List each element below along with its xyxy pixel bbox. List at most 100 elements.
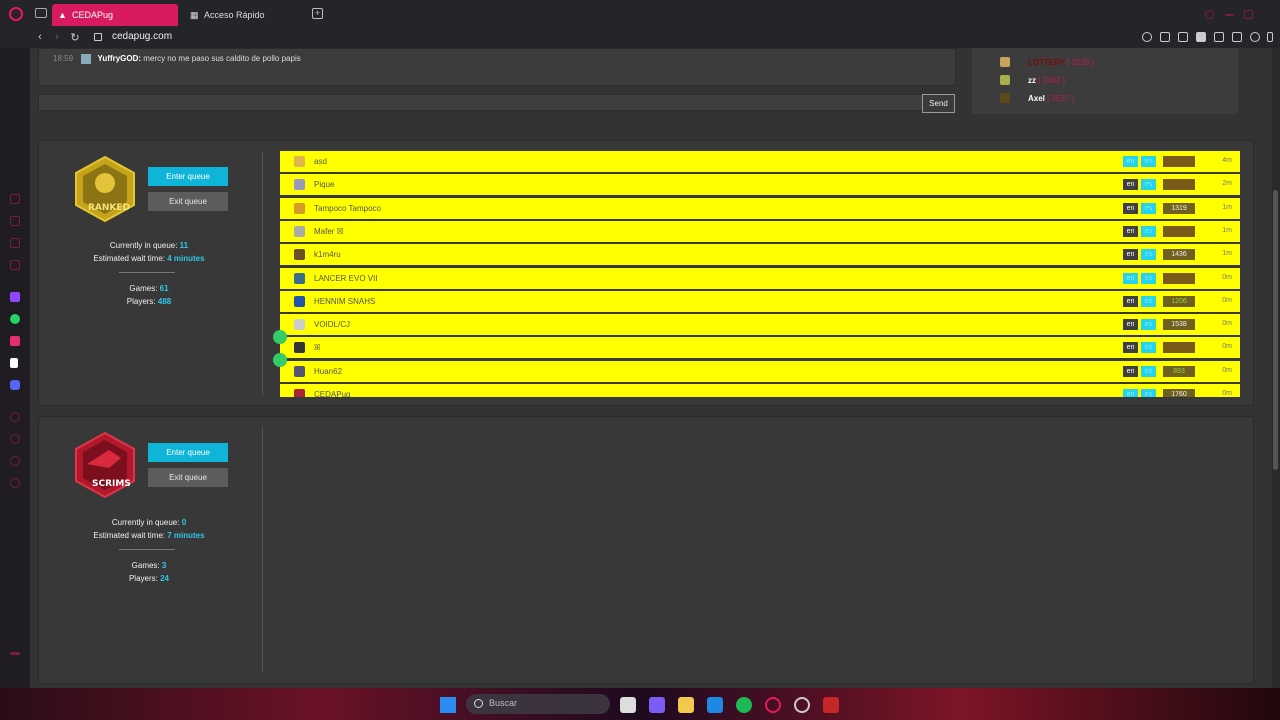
windows-taskbar [0,688,1280,720]
opera-gx-icon[interactable] [765,697,781,713]
queue-row: CEDAPug en es 1760 0m [280,384,1240,397]
heart-icon[interactable] [1250,32,1260,42]
queue-row: Tampoco Tampoco en es 1319 1m [280,197,1240,219]
tab-cedapug[interactable]: ▲ CEDAPug [52,4,178,26]
online-user[interactable]: zz [ 2432 ] [1028,76,1065,85]
tab-menu-icon[interactable] [35,8,47,18]
queue-time: 0m [1222,390,1232,397]
player-name[interactable]: ꕤ [314,343,321,353]
scrims-badge-label: SCRIMS [92,479,131,489]
avatar [294,249,305,261]
ranked-enter-queue-button[interactable]: Enter queue [148,167,228,186]
lang-en-badge: en [1123,202,1138,214]
divider [262,427,263,673]
ranked-exit-queue-button[interactable]: Exit queue [148,192,228,211]
online-user[interactable]: Axel [ 2537 ] [1028,94,1074,103]
scrims-exit-queue-button[interactable]: Exit queue [148,468,228,487]
player-name[interactable]: CEDAPug [314,390,350,397]
shield-icon[interactable] [1196,32,1206,42]
lang-es-badge: es [1141,179,1156,191]
sidebar-icon-8[interactable] [10,478,20,488]
lock-icon [94,33,102,41]
player-name[interactable]: asd [314,157,327,166]
scrollbar-thumb[interactable] [1273,190,1278,470]
minimize-button[interactable] [1225,14,1234,16]
online-indicator-icon [273,353,287,367]
screen: ▲ CEDAPug ▦ Acceso Rápido + ‹ › ↻ cedapu… [0,0,1280,720]
lang-es-badge: es [1141,365,1156,377]
opera-logo-icon[interactable] [9,7,23,21]
discord-icon[interactable] [10,380,20,390]
tiktok-icon[interactable] [10,358,18,368]
forward-icon[interactable]: › [51,31,63,43]
copilot-icon[interactable] [649,697,665,713]
sidebar-more-icon[interactable] [10,652,20,655]
elo-badge: 1760 [1163,389,1195,397]
twitch-icon[interactable] [10,292,20,302]
spotify-icon[interactable] [736,697,752,713]
queue-row: VOIDL/CJ en es 1538 0m [280,314,1240,336]
sidebar-icon-1[interactable] [10,194,20,204]
player-name[interactable]: Tampoco Tampoco [314,204,381,213]
scrims-enter-queue-button[interactable]: Enter queue [148,443,228,462]
lang-es-badge: es [1141,156,1156,167]
ranked-in-queue: Currently in queue: 11 [109,241,189,250]
player-name[interactable]: k1m4ru [314,250,341,259]
sidebar-icon-5[interactable] [10,412,20,422]
player-name[interactable]: VOIDL/CJ [314,320,350,329]
app-icon[interactable] [823,697,839,713]
bookmark-icon[interactable] [1160,32,1170,42]
back-icon[interactable]: ‹ [34,31,46,43]
chat-user[interactable]: YuffryGOD: [98,54,142,63]
elo-badge: 1206 [1163,295,1195,307]
send-icon[interactable] [1232,32,1242,42]
player-name[interactable]: LANCER EVO VII [314,274,378,283]
lang-en-badge: en [1123,225,1138,237]
taskbar-search[interactable] [466,694,610,714]
task-view-icon[interactable] [620,697,636,713]
ranked-badge-label: RANKED [88,203,131,213]
zoom-icon[interactable] [1142,32,1152,42]
queue-time: 0m [1222,366,1232,374]
windows-start-icon[interactable] [440,697,456,713]
lang-en-badge: en [1123,249,1138,261]
sidebar-icon-7[interactable] [10,456,20,466]
close-button[interactable] [1263,10,1272,19]
lang-en-badge: en [1123,389,1138,397]
steam-icon[interactable] [794,697,810,713]
elo-badge [1163,156,1195,167]
maximize-button[interactable] [1244,10,1253,19]
avatar [294,272,305,284]
chat-input[interactable] [38,94,924,111]
translate-icon[interactable] [1214,32,1224,42]
sidebar-icon-6[interactable] [10,434,20,444]
grid-icon: ▦ [190,10,199,20]
elo-badge [1163,179,1195,191]
taskbar-search-label: Buscar [489,698,518,708]
url-field[interactable]: cedapug.com [112,31,172,42]
avatar [294,225,305,237]
queue-time: 0m [1222,296,1232,304]
player-name[interactable]: Huan62 [314,367,342,376]
online-user[interactable]: LOTTERY [ 3226 ] [1028,58,1094,67]
avatar [294,179,305,191]
new-tab-button[interactable]: + [312,8,323,19]
search-tabs-icon[interactable] [1205,10,1214,19]
avatar [294,365,305,377]
send-button[interactable]: Send [922,94,955,113]
sidebar-icon-2[interactable] [10,216,20,226]
file-explorer-icon[interactable] [678,697,694,713]
player-name[interactable]: Mafer ☒ [314,227,344,236]
menu-icon[interactable] [1267,32,1273,42]
store-icon[interactable] [707,697,723,713]
snapshot-icon[interactable] [1178,32,1188,42]
sidebar-icon-4[interactable] [10,260,20,270]
instagram-icon[interactable] [10,336,20,346]
sidebar-icon-3[interactable] [10,238,20,248]
tab-acceso-rapido[interactable]: ▦ Acceso Rápido [184,4,310,26]
lang-es-badge: es [1141,272,1156,284]
reload-icon[interactable]: ↻ [69,31,81,44]
player-name[interactable]: HENNIM SNAHS [314,297,375,306]
whatsapp-icon[interactable] [10,314,20,324]
player-name[interactable]: Pique [314,180,334,189]
